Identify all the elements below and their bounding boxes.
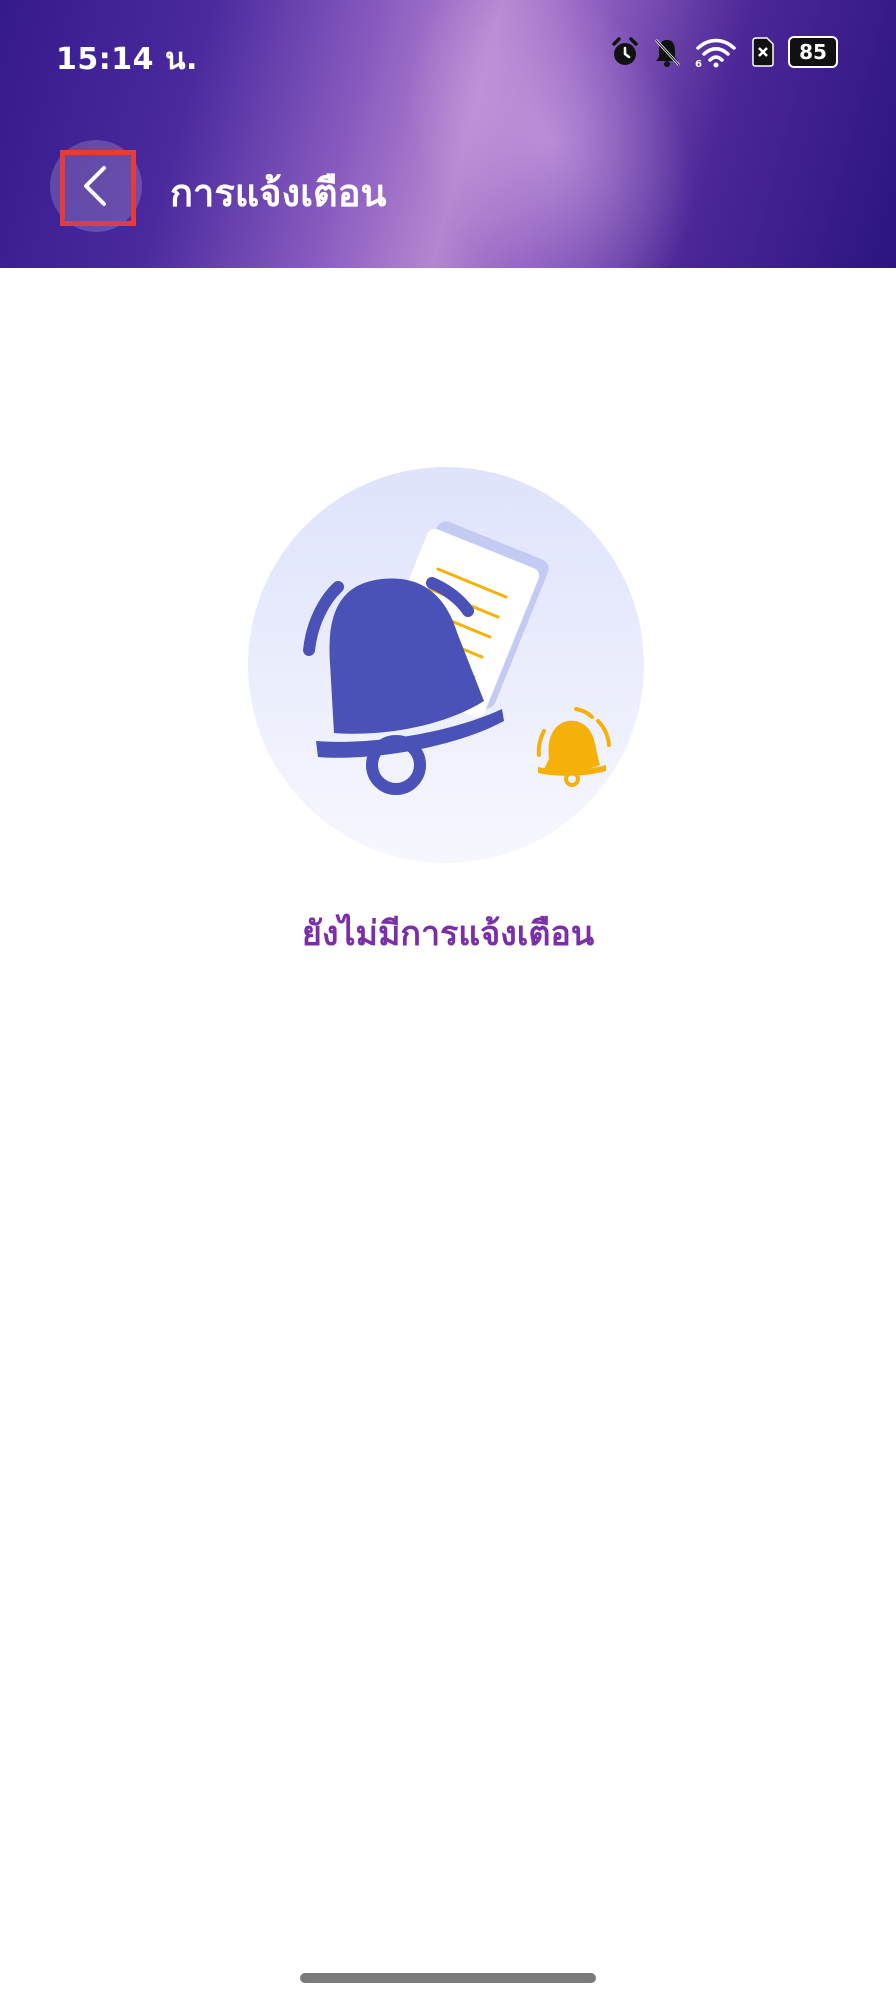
back-button-highlight bbox=[60, 150, 136, 226]
bell-muted-icon bbox=[652, 36, 682, 68]
empty-state-message: ยังไม่มีการแจ้งเตือน bbox=[301, 914, 595, 954]
status-bar: 15:14 น. 6 85 bbox=[0, 0, 896, 110]
page-title: การแจ้งเตือน bbox=[170, 171, 387, 215]
status-time: 15:14 น. bbox=[56, 42, 198, 77]
home-indicator[interactable] bbox=[300, 1973, 596, 1983]
alarm-icon bbox=[610, 36, 640, 68]
svg-text:6: 6 bbox=[695, 59, 702, 68]
wifi-icon: 6 bbox=[694, 36, 738, 68]
bell-notification-illustration bbox=[246, 465, 646, 865]
battery-icon: 85 bbox=[788, 36, 838, 68]
sim-icon bbox=[750, 36, 776, 68]
status-icons: 6 85 bbox=[610, 34, 838, 70]
